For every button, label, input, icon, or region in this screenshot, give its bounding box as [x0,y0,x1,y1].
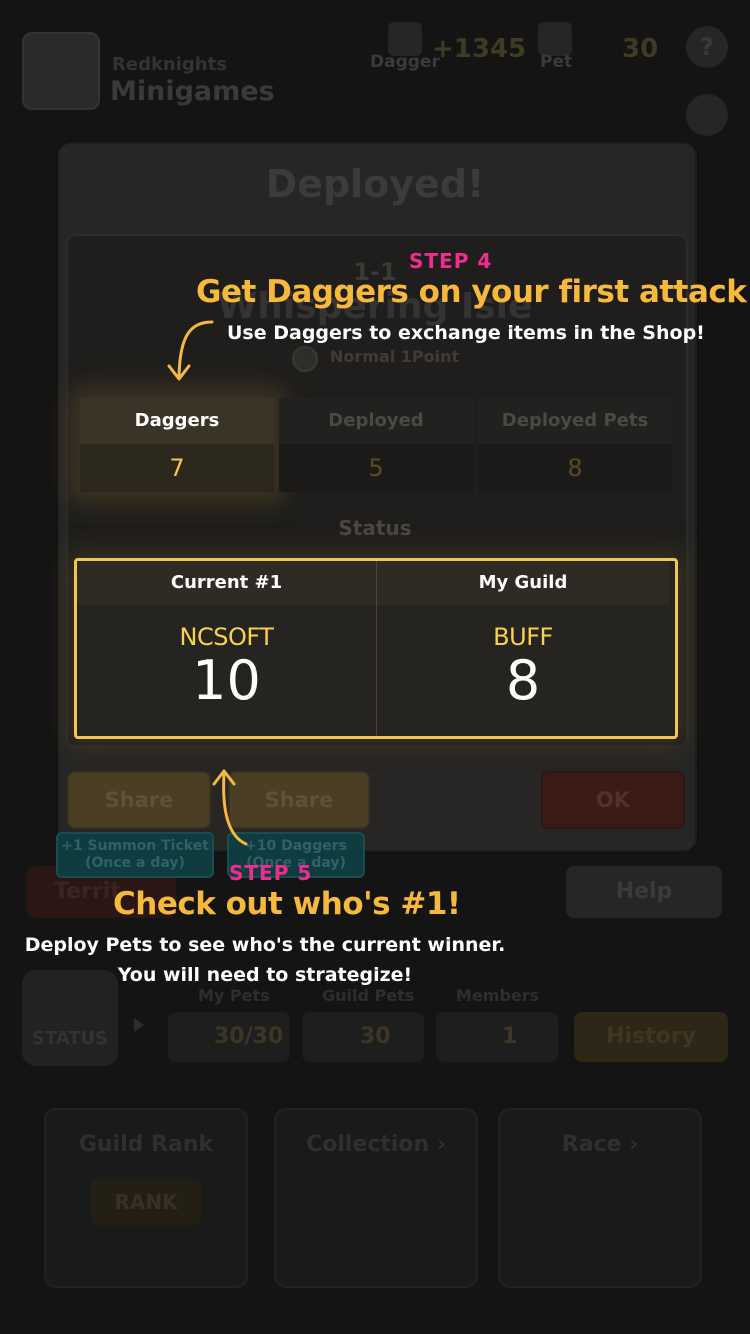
stat-label: Daggers [80,398,274,444]
status-heading: Status [338,516,412,540]
brand-top: Redknights [112,54,227,75]
stat-value: 8 [567,454,583,482]
step5-description-line1: Deploy Pets to see who's the current win… [24,934,506,956]
help-button[interactable]: Help [566,866,722,918]
share-sns-reward-tooltip: +1 Summon Ticket (Once a day) [56,832,214,878]
my-pets-label: My Pets [198,986,270,1005]
members-label: Members [456,986,540,1005]
race-label: Race › [561,1132,639,1157]
my-pets-value: 30/30 [168,1012,290,1062]
difficulty-label: Normal 1Point [330,347,460,366]
help-icon[interactable]: ? [686,26,728,68]
guild-score: 8 [505,649,541,712]
stat-daggers: Daggers 7 [80,398,274,492]
step4-title: Get Daggers on your first attack! [196,274,750,310]
race-card[interactable]: Race › [498,1108,702,1288]
guild-rank-card[interactable]: Guild Rank RANK [44,1108,248,1288]
stat-label: Deployed [279,398,473,444]
rank-emblem-text: RANK [91,1179,201,1225]
pet-icon [538,22,572,56]
stat-value: 5 [368,454,384,482]
step4-description: Use Daggers to exchange items in the Sho… [227,322,705,344]
pet-label: Pet [540,52,573,72]
guild-pets-label: Guild Pets [322,986,415,1005]
tooltip-line: +1 Summon Ticket [61,838,209,854]
tooltip-line: (Once a day) [85,855,185,871]
stat-label: Deployed Pets [478,398,672,444]
step5-title: Check out who's #1! [113,886,461,922]
guild-pets-value: 30 [302,1012,424,1062]
status-col-head: Current #1 [77,561,376,605]
ok-button[interactable]: OK [541,771,685,829]
guild-name: NCSOFT [179,623,274,651]
status-badge-label: STATUS [31,1028,109,1049]
brand-bottom: Minigames [110,76,275,107]
chevron-right-icon [134,1018,144,1032]
status-box: Current #1 NCSOFT 10 My Guild BUFF 8 [74,558,678,739]
status-current-first: Current #1 NCSOFT 10 [77,561,376,736]
status-col-head: My Guild [377,561,669,605]
settings-icon[interactable] [686,94,728,136]
guild-rank-label: Guild Rank [78,1132,214,1157]
step5-label: STEP 5 [229,861,313,885]
members-value: 1 [436,1012,558,1062]
dagger-label: Dagger [370,52,440,72]
status-my-guild: My Guild BUFF 8 [377,561,669,736]
guild-avatar [22,32,100,110]
deploy-stats-table: Daggers 7 Deployed 5 Deployed Pets 8 [80,398,672,492]
pet-count: 30 [622,34,659,64]
collection-label: Collection › [306,1132,446,1157]
difficulty-icon [292,346,318,372]
dagger-count: +1345 [432,34,527,64]
guild-score: 10 [192,649,261,712]
stat-value: 7 [80,444,274,492]
stat-deployed-pets: Deployed Pets 8 [478,398,672,492]
modal-title: Deployed! [265,162,485,206]
guild-name: BUFF [493,623,553,651]
stat-deployed: Deployed 5 [279,398,473,492]
step5-arrow-icon [212,769,248,846]
step4-arrow-icon [167,320,214,381]
step4-label: STEP 4 [409,249,493,273]
history-button[interactable]: History [574,1012,728,1062]
dagger-icon [388,22,422,56]
collection-card[interactable]: Collection › [274,1108,478,1288]
share-sns-button[interactable]: Share (SNS) [67,771,211,866]
step5-description-line2: You will need to strategize! [117,964,413,986]
